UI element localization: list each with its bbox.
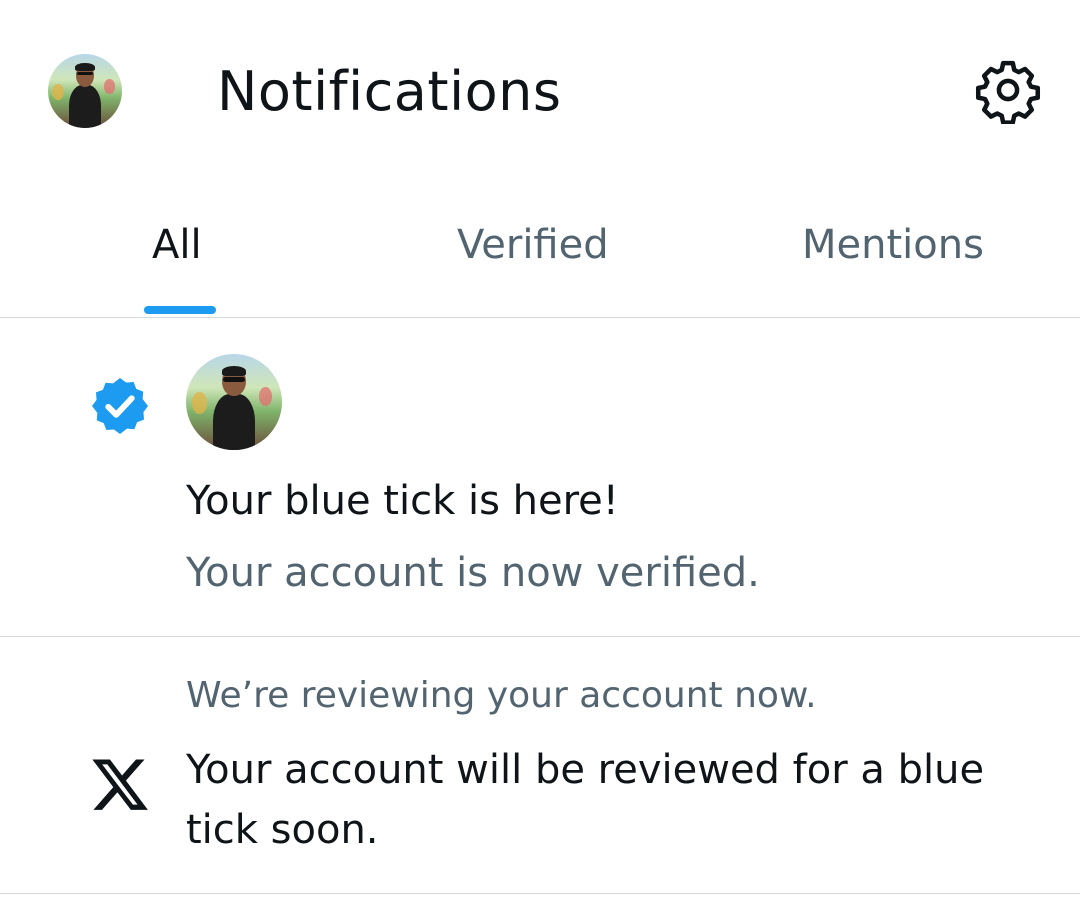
x-logo-icon [92, 759, 148, 810]
bottom-divider [0, 893, 1080, 894]
notification-title: Your blue tick is here! [186, 478, 619, 524]
notification-body-line2: tick soon. [186, 807, 379, 853]
verified-badge-icon [92, 378, 148, 434]
notification-body-line1: Your account will be reviewed for a blue [186, 747, 985, 793]
gear-icon [975, 60, 1041, 125]
notification-header: We’re reviewing your account now. [186, 675, 817, 716]
active-tab-indicator [144, 306, 216, 314]
tab-all[interactable]: All [152, 222, 202, 268]
tab-mentions[interactable]: Mentions [802, 222, 984, 268]
settings-button[interactable] [974, 56, 1042, 125]
notification-verified[interactable]: Your blue tick is here! Your account is … [0, 318, 1080, 636]
notification-review[interactable]: We’re reviewing your account now. Your a… [0, 637, 1080, 893]
tab-verified[interactable]: Verified [457, 222, 609, 268]
page-title: Notifications [217, 60, 562, 123]
header-avatar[interactable] [48, 54, 122, 128]
notification-subtitle: Your account is now verified. [186, 550, 760, 596]
notification-avatar[interactable] [186, 354, 282, 450]
